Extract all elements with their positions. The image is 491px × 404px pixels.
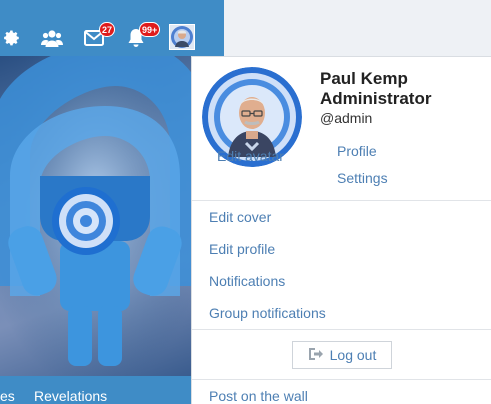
user-display-name: Paul Kemp xyxy=(320,69,408,88)
notifications-count-badge: 99+ xyxy=(139,22,161,37)
user-handle: @admin xyxy=(320,110,373,126)
user-role: Administrator xyxy=(320,89,432,108)
menu-divider xyxy=(192,200,491,201)
cover-nav-revelations[interactable]: Revelations xyxy=(34,388,107,404)
group-notifications-link[interactable]: Group notifications xyxy=(209,305,326,321)
post-on-wall-link[interactable]: Post on the wall xyxy=(209,388,308,404)
topbar-background xyxy=(224,0,491,56)
logout-button[interactable]: Log out xyxy=(292,341,392,369)
cover-image xyxy=(0,56,191,376)
notifications-link[interactable]: Notifications xyxy=(209,273,285,289)
gear-icon[interactable] xyxy=(0,26,24,50)
top-navbar: 27 99+ xyxy=(0,0,224,56)
logout-label: Log out xyxy=(329,347,377,363)
profile-link[interactable]: Profile xyxy=(337,143,377,159)
sign-out-icon xyxy=(308,347,324,364)
edit-avatar-link[interactable]: Edit avatar xyxy=(217,148,284,164)
groups-icon[interactable] xyxy=(40,26,64,50)
cover-nav-item[interactable]: es xyxy=(0,388,15,404)
settings-link[interactable]: Settings xyxy=(337,170,388,186)
user-avatar-button[interactable] xyxy=(169,24,195,50)
edit-profile-link[interactable]: Edit profile xyxy=(209,241,275,257)
menu-divider xyxy=(192,329,491,330)
user-dropdown-menu: Edit avatar Paul Kemp Administrator @adm… xyxy=(191,56,491,404)
messages-count-badge: 27 xyxy=(99,22,116,37)
edit-cover-link[interactable]: Edit cover xyxy=(209,209,271,225)
menu-divider xyxy=(192,379,491,380)
